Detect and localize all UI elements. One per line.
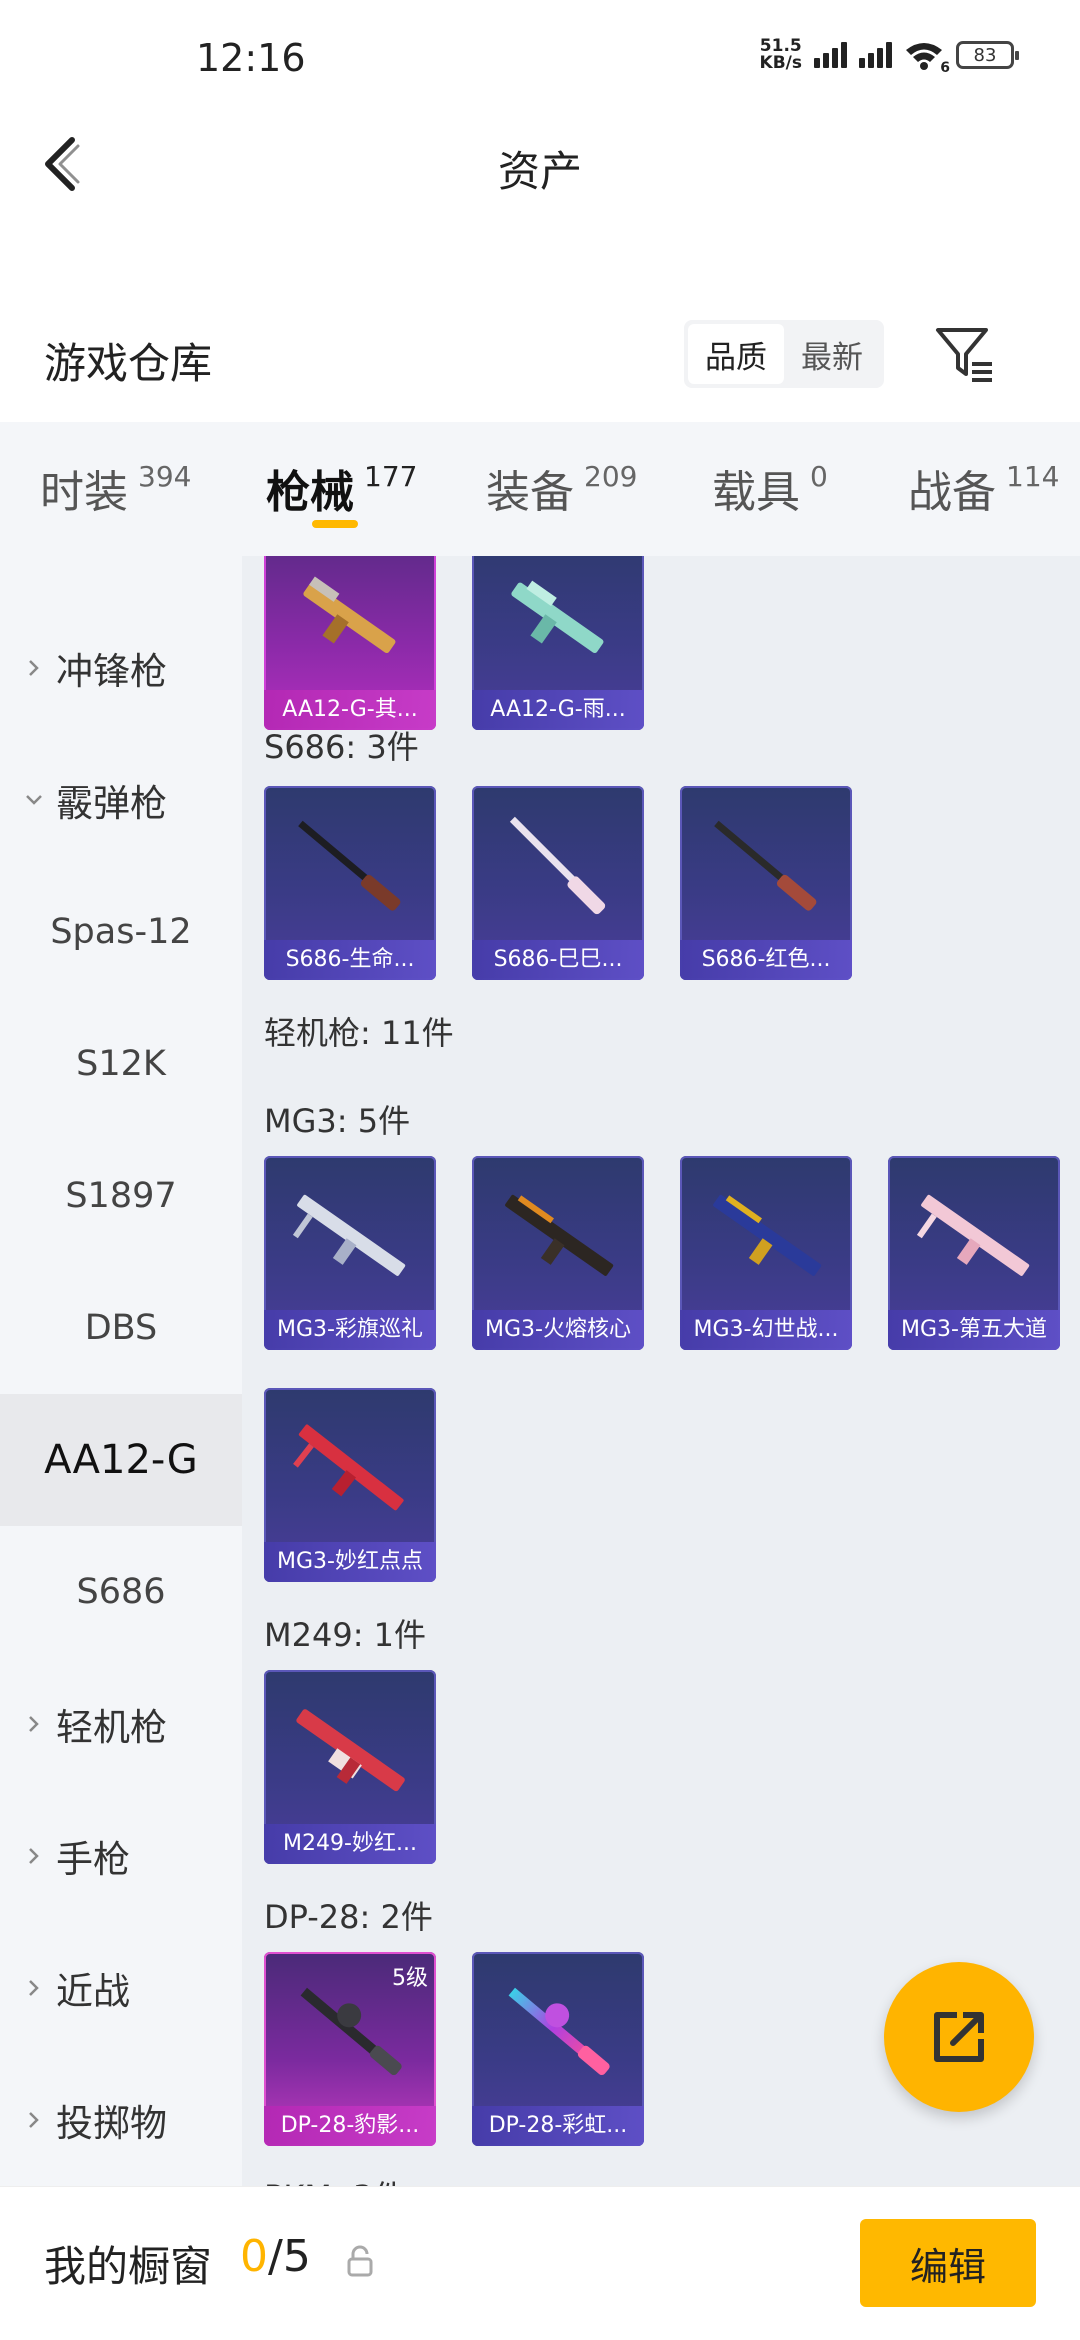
weapon-card[interactable]: M249-妙红...	[264, 1670, 436, 1864]
weapon-card[interactable]: MG3-幻世战...	[680, 1156, 852, 1350]
weapon-card[interactable]: MG3-火熔核心	[472, 1156, 644, 1350]
chevron-right-icon	[29, 1848, 39, 1864]
weapon-card[interactable]: S686-生命...	[264, 786, 436, 980]
weapon-image	[916, 1194, 1030, 1276]
weapon-image	[292, 1194, 406, 1276]
group-label-lmg: 轻机枪: 11件	[264, 1014, 454, 1052]
tab-vehicles[interactable]: 载具 0	[712, 456, 828, 520]
chevron-down-icon	[26, 795, 42, 805]
signal-icon-2	[859, 42, 892, 68]
weapon-card[interactable]: S686-红色...	[680, 786, 852, 980]
showcase-label: 我的橱窗	[44, 2242, 213, 2291]
sidebar-item-s686[interactable]: S686	[0, 1526, 242, 1658]
level-badge: 5级	[392, 1966, 428, 1991]
weapon-image	[508, 1987, 610, 2076]
weapon-image	[509, 816, 606, 915]
sort-quality-button[interactable]: 品质	[688, 324, 784, 384]
sidebar-item-dbs[interactable]: DBS	[0, 1262, 242, 1394]
weapon-grid: AA12-G-其... AA12-G-雨... S686: 3件 S686-生命…	[242, 556, 1080, 2186]
sidebar-item-melee[interactable]: 近战	[0, 1922, 242, 2054]
filter-button[interactable]	[932, 322, 998, 388]
sidebar-item-lmg[interactable]: 轻机枪	[0, 1658, 242, 1790]
sort-latest-button[interactable]: 最新	[784, 324, 880, 384]
weapon-image	[303, 576, 396, 654]
sidebar-item-throwable[interactable]: 投掷物	[0, 2054, 242, 2186]
page-title: 资产	[497, 147, 582, 196]
chevron-right-icon	[29, 2112, 39, 2128]
filter-icon	[936, 328, 992, 382]
weapon-card[interactable]: AA12-G-其...	[264, 556, 436, 730]
sidebar-item-shotgun[interactable]: 霰弹枪	[0, 734, 242, 866]
group-label-dp28: DP-28: 2件	[264, 1898, 433, 1936]
active-tab-indicator	[312, 520, 358, 528]
warehouse-header: 游戏仓库 品质 最新	[0, 300, 1080, 420]
wifi-icon: 6	[904, 40, 950, 76]
edit-button[interactable]: 编辑	[860, 2219, 1036, 2307]
tab-equipment[interactable]: 装备 209	[486, 456, 637, 520]
showcase-count: 0/5	[240, 2231, 311, 2282]
weapon-image	[296, 1709, 405, 1792]
weapon-image	[714, 820, 817, 911]
status-time: 12:16	[196, 36, 306, 80]
group-label-mg3: MG3: 5件	[264, 1102, 411, 1140]
battery-icon: 83	[956, 41, 1019, 69]
weapon-card[interactable]: MG3-妙红点点	[264, 1388, 436, 1582]
status-bar: 12:16 51.5 KB/s 6 83	[0, 0, 1080, 120]
tab-gear[interactable]: 战备 114	[908, 456, 1059, 520]
lock-icon	[347, 2245, 373, 2277]
net-speed: 51.5 KB/s	[759, 36, 802, 73]
signal-icon	[814, 42, 847, 68]
weapon-card[interactable]: S686-巳巳...	[472, 786, 644, 980]
weapon-image	[298, 820, 401, 911]
sidebar-item-s12k[interactable]: S12K	[0, 998, 242, 1130]
chevron-right-icon	[29, 1980, 39, 1996]
chevron-right-icon	[29, 660, 39, 676]
weapon-image	[293, 1424, 404, 1511]
chevron-right-icon	[29, 1716, 39, 1732]
group-label-s686: S686: 3件	[264, 728, 419, 766]
sort-toggle: 品质 最新	[684, 320, 884, 388]
weapon-image	[511, 580, 604, 654]
share-icon	[934, 2012, 984, 2062]
tab-fashion[interactable]: 时装 394	[40, 456, 191, 520]
weapon-card[interactable]: MG3-彩旗巡礼	[264, 1156, 436, 1350]
sidebar-item-smg[interactable]: 冲锋枪	[0, 602, 242, 734]
weapon-sidebar: 冲锋枪 霰弹枪 Spas-12 S12K S1897 DBS AA12-G S6…	[0, 556, 242, 2186]
weapon-card[interactable]: AA12-G-雨...	[472, 556, 644, 730]
sidebar-item-aa12g[interactable]: AA12-G	[0, 1394, 242, 1526]
category-tabs: 时装 394 枪械 177 装备 209 载具 0 战备 114	[0, 422, 1080, 556]
weapon-card[interactable]: 5级 DP-28-豹影...	[264, 1952, 436, 2146]
weapon-card[interactable]: MG3-第五大道	[888, 1156, 1060, 1350]
sidebar-item-pistol[interactable]: 手枪	[0, 1790, 242, 1922]
sidebar-item-s1897[interactable]: S1897	[0, 1130, 242, 1262]
weapon-image	[505, 1194, 614, 1276]
showcase-bar: 我的橱窗 0/5 编辑	[0, 2186, 1080, 2340]
group-label-m249: M249: 1件	[264, 1616, 427, 1654]
group-label-pkm: PKM: 3件	[264, 2172, 405, 2186]
sidebar-item-spas12[interactable]: Spas-12	[0, 866, 242, 998]
tab-firearms[interactable]: 枪械 177	[266, 456, 417, 520]
weapon-image	[713, 1194, 822, 1276]
share-fab-button[interactable]	[884, 1962, 1034, 2112]
app-header: 资产	[0, 120, 1080, 210]
status-icons: 51.5 KB/s 6 83	[759, 36, 1019, 76]
warehouse-title: 游戏仓库	[44, 339, 213, 388]
weapon-card[interactable]: DP-28-彩虹...	[472, 1952, 644, 2146]
